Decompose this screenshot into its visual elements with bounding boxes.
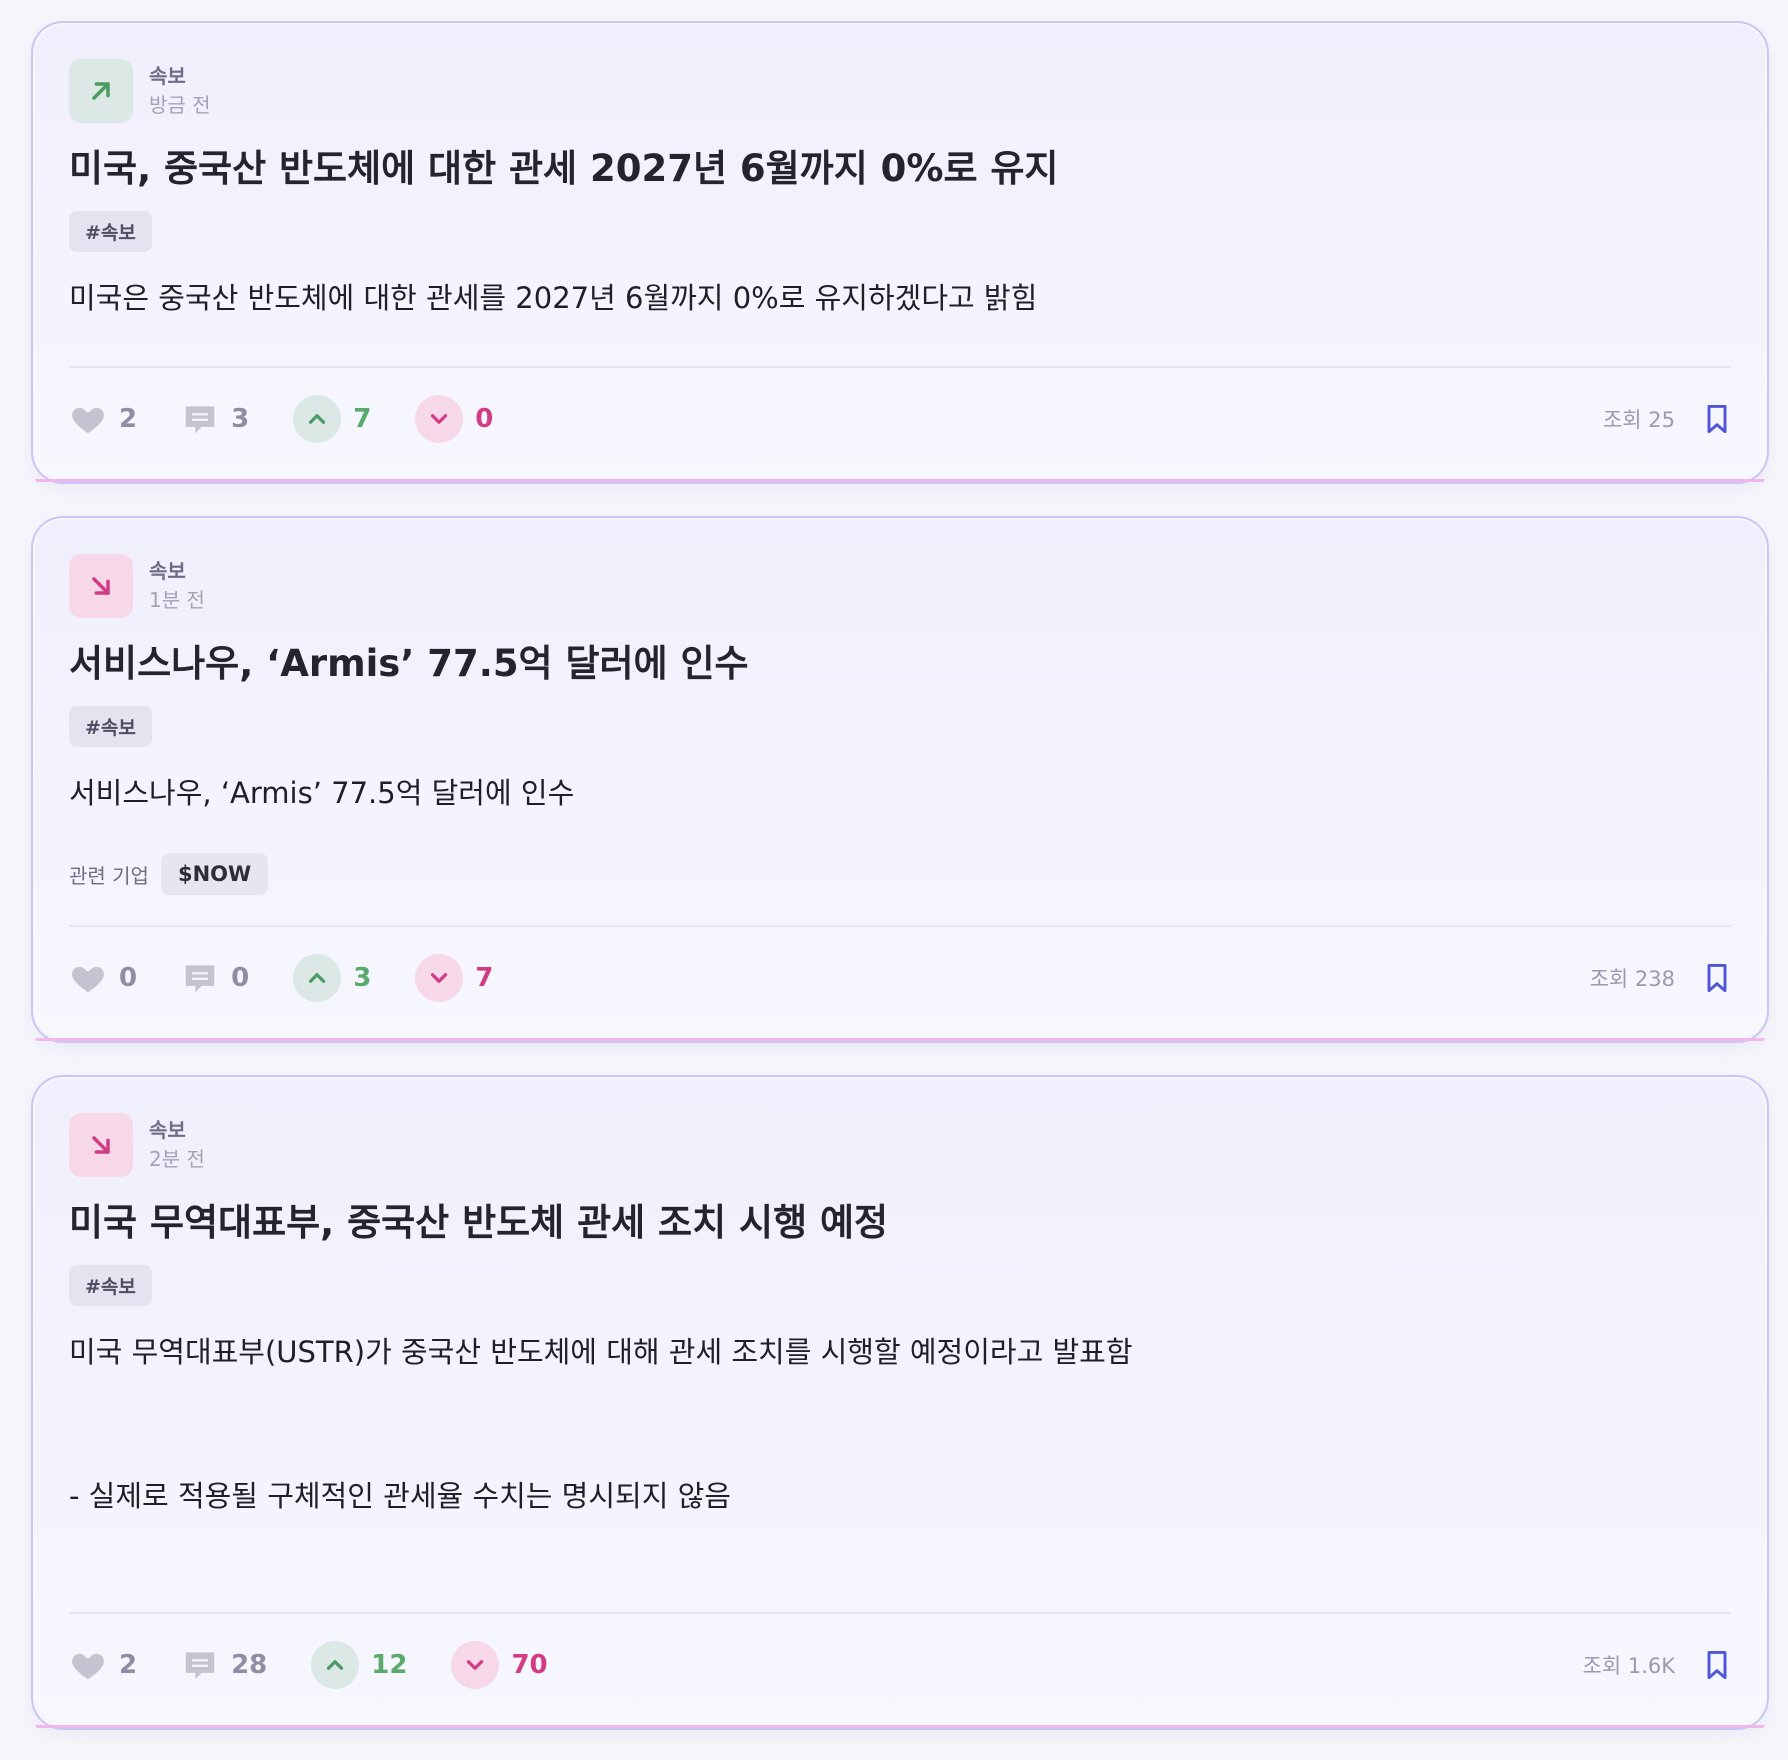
heart-icon — [72, 407, 104, 434]
comment-button[interactable]: 0 — [181, 959, 249, 997]
comment-icon — [185, 1652, 215, 1680]
news-body: 미국은 중국산 반도체에 대한 관세를 2027년 6월까지 0%로 유지하겠다… — [69, 278, 1731, 318]
card-meta: 속보 1분 전 — [149, 557, 205, 615]
downvote-button[interactable]: 70 — [451, 1641, 548, 1689]
news-card[interactable]: 속보 방금 전 미국, 중국산 반도체에 대한 관세 2027년 6월까지 0%… — [33, 23, 1767, 482]
related-companies: 관련 기업 $NOW — [69, 853, 1731, 895]
chevron-up-icon — [293, 954, 342, 1002]
news-body: 미국 무역대표부(USTR)가 중국산 반도체에 대해 관세 조치를 시행할 예… — [69, 1332, 1731, 1516]
category-label: 속보 — [149, 64, 186, 88]
comment-button[interactable]: 3 — [181, 400, 249, 438]
like-button[interactable]: 0 — [69, 959, 137, 997]
upvote-count: 7 — [353, 404, 372, 434]
chevron-down-icon — [415, 954, 464, 1002]
body-line: - 실제로 적용될 구체적인 관세율 수치는 명시되지 않음 — [69, 1479, 731, 1513]
body-line: 미국 무역대표부(USTR)가 중국산 반도체에 대해 관세 조치를 시행할 예… — [69, 1335, 1133, 1369]
card-footer: 2 3 7 0 조회 25 — [69, 391, 1731, 447]
downvote-count: 7 — [475, 963, 494, 993]
downvote-count: 0 — [475, 404, 494, 434]
like-count: 2 — [119, 404, 138, 434]
like-button[interactable]: 2 — [69, 1646, 137, 1684]
comment-count: 0 — [231, 963, 250, 993]
chevron-up-icon — [311, 1641, 360, 1689]
divider — [69, 925, 1731, 927]
comment-button[interactable]: 28 — [181, 1646, 267, 1684]
card-header: 속보 방금 전 — [69, 59, 1731, 123]
bookmark-icon — [1707, 963, 1727, 993]
divider — [69, 1612, 1731, 1614]
hashtag[interactable]: #속보 — [69, 1265, 152, 1306]
card-meta: 속보 방금 전 — [149, 62, 211, 120]
news-title[interactable]: 미국 무역대표부, 중국산 반도체 관세 조치 시행 예정 — [69, 1199, 1731, 1247]
bookmark-icon — [1707, 404, 1727, 434]
view-count: 조회 238 — [1589, 967, 1675, 991]
bookmark-button[interactable] — [1703, 1649, 1731, 1681]
hashtag[interactable]: #속보 — [69, 211, 152, 252]
bookmark-icon — [1707, 1650, 1727, 1680]
card-meta: 속보 2분 전 — [149, 1116, 205, 1174]
downvote-button[interactable]: 0 — [415, 395, 493, 443]
card-footer: 2 28 12 70 조회 1.6K — [69, 1637, 1731, 1693]
divider — [69, 366, 1731, 368]
trend-down-icon — [69, 1113, 133, 1177]
category-label: 속보 — [149, 559, 186, 583]
chevron-up-icon — [293, 395, 342, 443]
upvote-button[interactable]: 7 — [293, 395, 371, 443]
bookmark-button[interactable] — [1703, 403, 1731, 435]
hashtag[interactable]: #속보 — [69, 706, 152, 747]
related-label: 관련 기업 — [69, 863, 149, 888]
comment-count: 3 — [231, 404, 250, 434]
downvote-count: 70 — [511, 1650, 548, 1680]
timestamp: 방금 전 — [149, 93, 211, 117]
upvote-button[interactable]: 3 — [293, 954, 371, 1002]
like-count: 0 — [119, 963, 138, 993]
bookmark-button[interactable] — [1703, 962, 1731, 994]
upvote-count: 3 — [353, 963, 372, 993]
view-count: 조회 25 — [1602, 408, 1675, 432]
card-header: 속보 2분 전 — [69, 1113, 1731, 1177]
timestamp: 1분 전 — [149, 588, 205, 612]
chevron-down-icon — [451, 1641, 500, 1689]
upvote-count: 12 — [371, 1650, 408, 1680]
like-count: 2 — [119, 1650, 138, 1680]
card-header: 속보 1분 전 — [69, 554, 1731, 618]
view-count: 조회 1.6K — [1582, 1654, 1675, 1678]
ticker-chip[interactable]: $NOW — [160, 853, 269, 895]
comment-icon — [185, 965, 215, 993]
body-line: 서비스나우, ‘Armis’ 77.5억 달러에 인수 — [69, 776, 575, 810]
comment-icon — [185, 406, 215, 434]
news-card[interactable]: 속보 1분 전 서비스나우, ‘Armis’ 77.5억 달러에 인수 #속보 … — [33, 518, 1767, 1041]
category-label: 속보 — [149, 1118, 186, 1142]
news-card[interactable]: 속보 2분 전 미국 무역대표부, 중국산 반도체 관세 조치 시행 예정 #속… — [33, 1077, 1767, 1728]
comment-count: 28 — [231, 1650, 268, 1680]
downvote-button[interactable]: 7 — [415, 954, 493, 1002]
chevron-down-icon — [415, 395, 464, 443]
heart-icon — [72, 966, 104, 993]
body-line: 미국은 중국산 반도체에 대한 관세를 2027년 6월까지 0%로 유지하겠다… — [69, 281, 1038, 315]
trend-up-icon — [69, 59, 133, 123]
heart-icon — [72, 1653, 104, 1680]
news-title[interactable]: 미국, 중국산 반도체에 대한 관세 2027년 6월까지 0%로 유지 — [69, 145, 1731, 193]
trend-down-icon — [69, 554, 133, 618]
upvote-button[interactable]: 12 — [311, 1641, 407, 1689]
like-button[interactable]: 2 — [69, 400, 137, 438]
timestamp: 2분 전 — [149, 1147, 205, 1171]
card-footer: 0 0 3 7 조회 238 — [69, 950, 1731, 1006]
news-title[interactable]: 서비스나우, ‘Armis’ 77.5억 달러에 인수 — [69, 640, 1731, 688]
news-body: 서비스나우, ‘Armis’ 77.5억 달러에 인수 — [69, 773, 1731, 813]
